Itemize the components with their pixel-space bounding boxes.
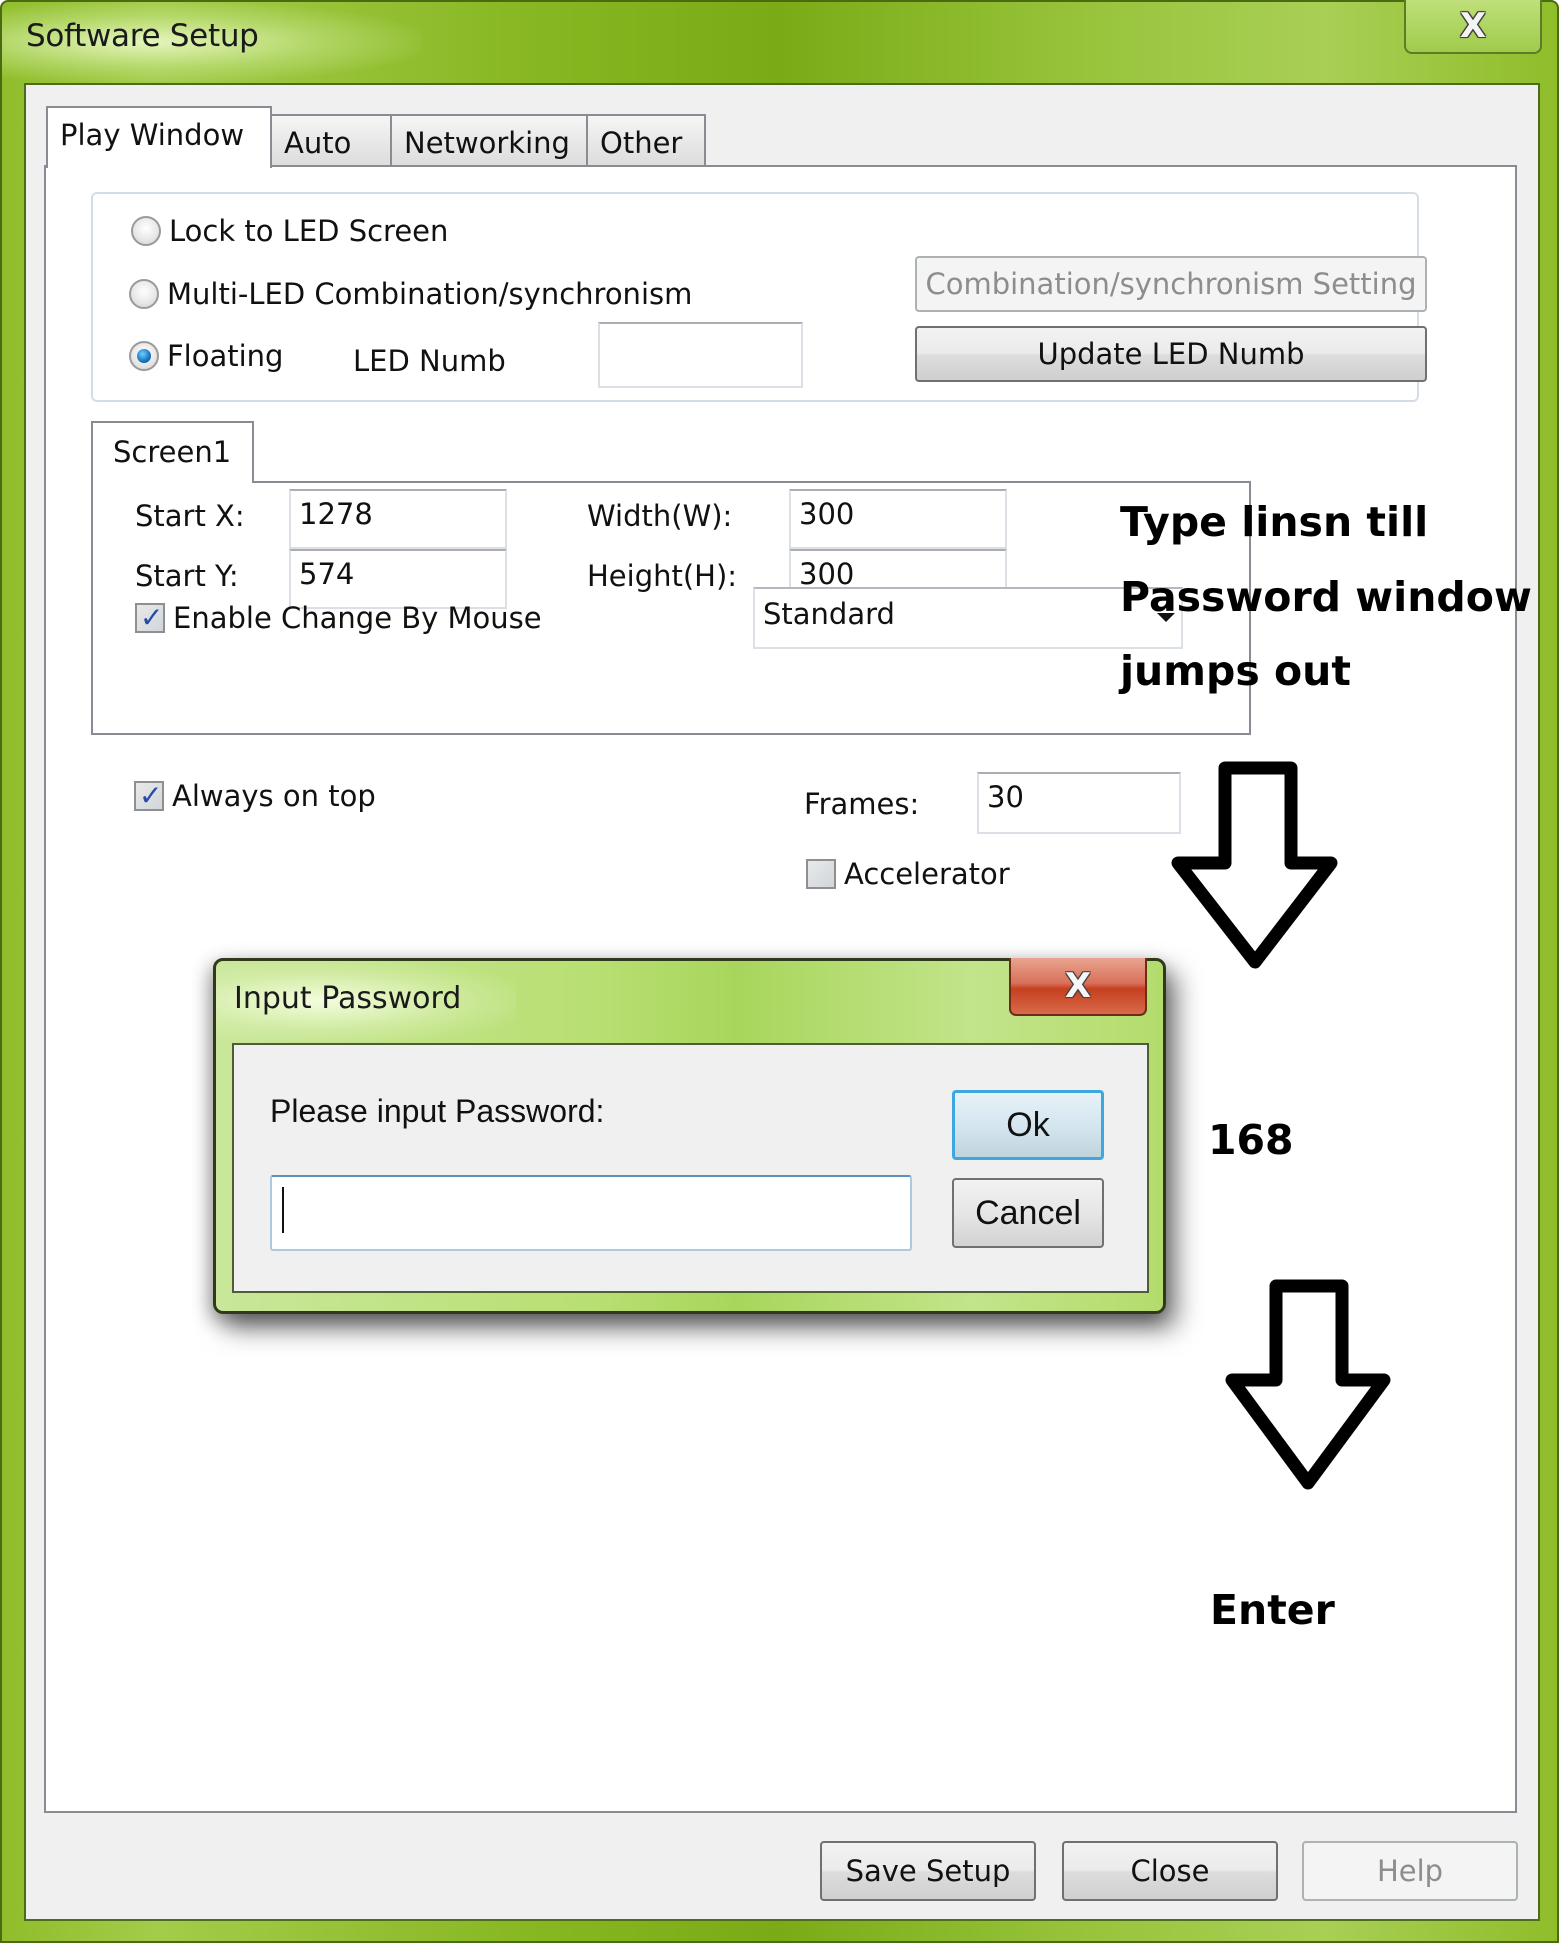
annotation-step1-line3: jumps out <box>1120 647 1351 695</box>
start-x-label: Start X: <box>135 499 245 533</box>
play-mode-group: Lock to LED Screen Multi-LED Combination… <box>91 192 1427 402</box>
help-button[interactable]: Help <box>1302 1841 1518 1901</box>
radio-multi-led[interactable]: Multi-LED Combination/synchronism <box>129 277 692 311</box>
down-arrow-icon <box>1171 761 1338 969</box>
button-label: Cancel <box>975 1193 1081 1232</box>
start-x-input[interactable]: 1278 <box>289 489 507 549</box>
button-label: Combination/synchronism Setting <box>925 267 1417 301</box>
radio-label: Multi-LED Combination/synchronism <box>167 277 693 311</box>
password-input[interactable] <box>270 1175 912 1251</box>
tab-networking[interactable]: Networking <box>390 114 588 167</box>
select-value: Standard <box>763 597 895 631</box>
annotation-step1-line2: Password window <box>1120 573 1532 621</box>
annotation-step1-line1: Type linsn till <box>1120 498 1429 546</box>
width-label: Width(W): <box>587 499 733 533</box>
close-icon: X <box>1459 6 1487 46</box>
button-label: Update LED Numb <box>1037 337 1305 371</box>
height-label: Height(H): <box>587 559 738 593</box>
tab-other[interactable]: Other <box>586 114 706 167</box>
radio-label: Floating <box>167 339 284 373</box>
tab-auto[interactable]: Auto <box>270 114 392 167</box>
tab-label: Screen1 <box>113 435 232 469</box>
cancel-button[interactable]: Cancel <box>952 1178 1104 1248</box>
dialog-close-button[interactable]: X <box>1009 958 1147 1016</box>
tab-screen1[interactable]: Screen1 <box>91 421 254 483</box>
input-password-dialog: Input Password X Please input Password: … <box>213 958 1166 1314</box>
led-numb-input[interactable] <box>598 322 803 388</box>
always-on-top-checkbox[interactable]: Always on top <box>134 779 376 813</box>
ok-button[interactable]: Ok <box>952 1090 1104 1160</box>
frames-input[interactable]: 30 <box>977 772 1181 834</box>
close-icon: X <box>1064 966 1092 1006</box>
down-arrow-icon <box>1225 1279 1391 1490</box>
tab-label: Play Window <box>60 118 245 152</box>
button-label: Help <box>1376 1854 1444 1888</box>
tab-play-window[interactable]: Play Window <box>46 106 272 168</box>
radio-button[interactable] <box>129 279 159 309</box>
text-caret <box>282 1187 284 1233</box>
radio-button[interactable] <box>131 216 161 246</box>
annotation-step3: Enter <box>1210 1586 1335 1634</box>
save-setup-button[interactable]: Save Setup <box>820 1841 1036 1901</box>
checkbox-checked[interactable] <box>134 779 164 812</box>
button-label: Close <box>1130 1854 1210 1888</box>
tab-label: Networking <box>404 126 570 160</box>
password-prompt: Please input Password: <box>270 1093 605 1129</box>
dialog-title: Input Password <box>234 981 462 1016</box>
start-y-input[interactable]: 574 <box>289 549 507 609</box>
checkbox-label: Enable Change By Mouse <box>173 601 542 635</box>
radio-floating[interactable]: Floating <box>129 339 283 373</box>
radio-label: Lock to LED Screen <box>169 214 449 248</box>
window-title: Software Setup <box>26 18 259 54</box>
close-button[interactable]: Close <box>1062 1841 1278 1901</box>
enable-change-by-mouse-checkbox[interactable]: Enable Change By Mouse <box>135 601 542 635</box>
checkbox-checked[interactable] <box>135 601 165 634</box>
button-label: Ok <box>1006 1105 1050 1144</box>
accelerator-checkbox[interactable]: Accelerator <box>806 857 1010 891</box>
led-numb-label: LED Numb <box>353 344 506 378</box>
frames-label: Frames: <box>804 787 920 821</box>
combination-setting-button[interactable]: Combination/synchronism Setting <box>915 256 1427 312</box>
update-led-numb-button[interactable]: Update LED Numb <box>915 326 1427 382</box>
width-input[interactable]: 300 <box>789 489 1007 549</box>
window-close-button[interactable]: X <box>1404 0 1542 54</box>
radio-button-checked[interactable] <box>129 341 159 371</box>
start-y-label: Start Y: <box>135 559 239 593</box>
dialog-client-area: Please input Password: Ok Cancel <box>232 1043 1149 1293</box>
tab-label: Auto <box>284 126 352 160</box>
button-label: Save Setup <box>845 1854 1011 1888</box>
checkbox-label: Always on top <box>172 779 376 813</box>
mode-select[interactable]: Standard <box>753 587 1183 649</box>
checkbox-label: Accelerator <box>844 857 1010 891</box>
checkbox[interactable] <box>806 859 836 889</box>
radio-lock-to-led-screen[interactable]: Lock to LED Screen <box>131 214 448 248</box>
annotation-step2: 168 <box>1208 1116 1294 1164</box>
screen1-panel: Start X: 1278 Start Y: 574 Width(W): 300… <box>91 481 1251 735</box>
tab-label: Other <box>600 126 683 160</box>
